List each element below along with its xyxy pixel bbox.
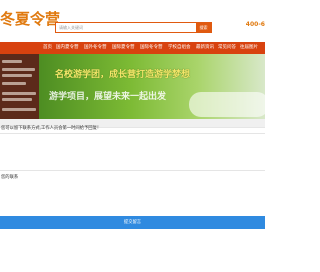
banner-subline: 游学项目，展望未来一起出发 (49, 92, 167, 102)
divider (0, 170, 265, 171)
sidebar-item[interactable] (2, 98, 32, 101)
nav-item-foreign-winter[interactable]: 国外冬令营 (84, 42, 107, 54)
contact-label: 您的联系 (1, 175, 19, 180)
contact-input[interactable] (0, 181, 265, 219)
divider (0, 133, 265, 134)
sidebar-item[interactable] (2, 60, 22, 63)
dialog-footer (0, 229, 265, 272)
banner-cloud-graphic (189, 92, 265, 117)
search-input[interactable]: 请输入关键词 (55, 22, 212, 33)
banner-headline: 名校游学团，成长营打造游学梦想 (55, 70, 191, 80)
search-placeholder: 请输入关键词 (59, 25, 83, 30)
site-logo[interactable]: 冬夏令营 (0, 8, 60, 29)
main-nav: 首页 国内夏令营 国外冬令营 国际夏令营 国际冬令营 学校自组会 最新资讯 常见… (0, 42, 265, 54)
sidebar-item[interactable] (2, 108, 36, 111)
nav-item-gallery[interactable]: 往届图片 (240, 42, 258, 54)
message-dialog: 您可以留下联系方式,工作人员会第一时间给予回复！ 您的联系 提交留言 (0, 119, 265, 272)
hero-banner[interactable]: 名校游学团，成长营打造游学梦想 游学项目，展望未来一起出发 (39, 54, 265, 119)
nav-item-school-group[interactable]: 学校自组会 (168, 42, 191, 54)
nav-item-domestic-summer[interactable]: 国内夏令营 (56, 42, 79, 54)
search-button[interactable]: 搜索 (196, 22, 211, 33)
category-sidebar (0, 54, 39, 119)
sidebar-item[interactable] (2, 92, 36, 95)
nav-item-intl-summer[interactable]: 国际夏令营 (112, 42, 135, 54)
submit-button[interactable]: 提交留言 (0, 216, 265, 229)
site-header: 冬夏令营 请输入关键词 搜索 400-6 (0, 0, 265, 42)
nav-item-home[interactable]: 首页 (43, 42, 52, 54)
nav-item-intl-winter[interactable]: 国际冬令营 (140, 42, 163, 54)
nav-item-faq[interactable]: 常见问答 (218, 42, 236, 54)
sidebar-item[interactable] (2, 82, 26, 85)
hotline-number: 400-6 (245, 21, 265, 28)
nav-item-news[interactable]: 最新资讯 (196, 42, 214, 54)
sidebar-item[interactable] (2, 68, 35, 71)
sidebar-item[interactable] (2, 74, 32, 77)
dialog-message: 您可以留下联系方式,工作人员会第一时间给予回复！ (1, 126, 102, 131)
